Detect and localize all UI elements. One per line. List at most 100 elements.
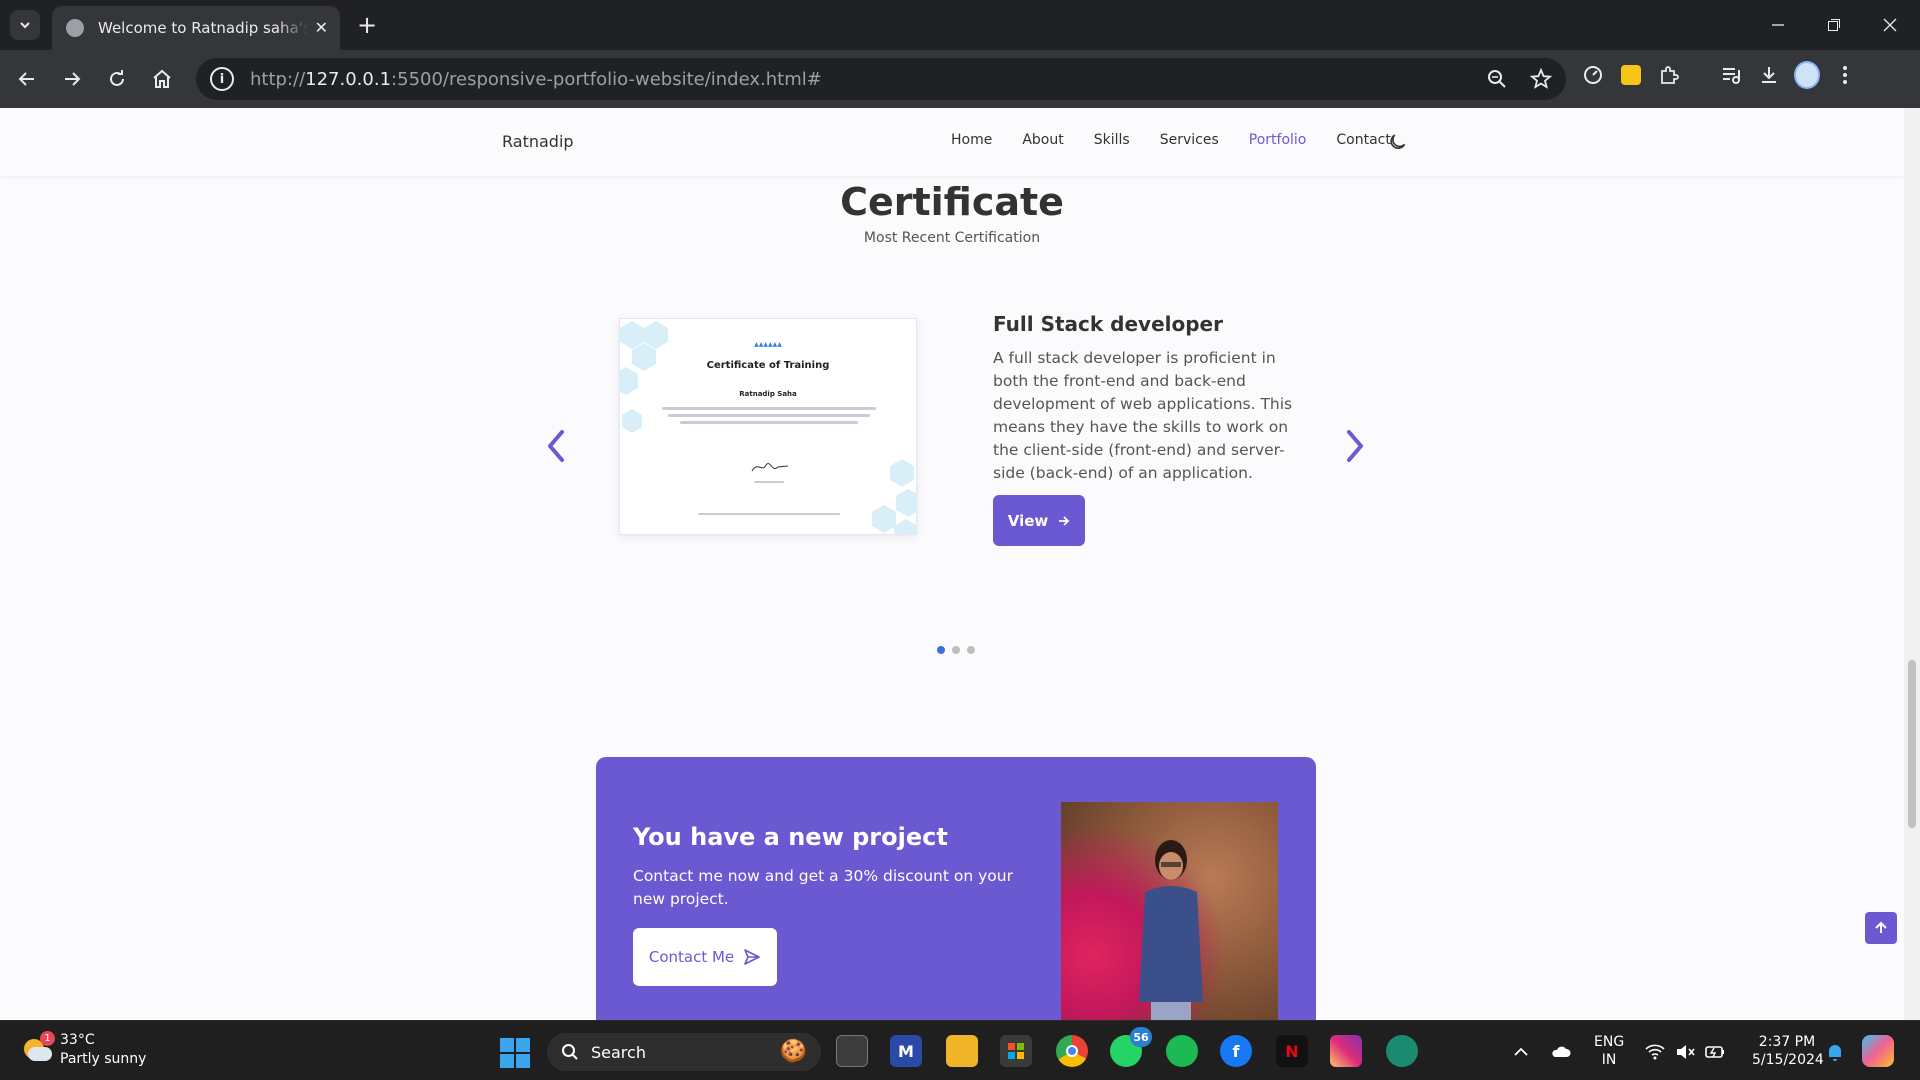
nav-about[interactable]: About [1022, 132, 1063, 148]
weather-widget[interactable]: 1 33°C Partly sunny [22, 1031, 146, 1069]
slide-description: A full stack developer is proficient in … [993, 349, 1293, 482]
download-icon[interactable] [1756, 62, 1782, 88]
certificate-recipient: Ratnadip Saha [739, 390, 797, 398]
contact-me-button[interactable]: Contact Me [633, 928, 777, 986]
address-bar[interactable]: i http://127.0.0.1:5500/responsive-portf… [196, 58, 1566, 100]
language-indicator[interactable]: ENG IN [1594, 1033, 1624, 1069]
home-icon [153, 69, 171, 88]
close-window-button[interactable] [1862, 0, 1918, 50]
view-button[interactable]: View [993, 495, 1085, 546]
app-icon[interactable] [1386, 1035, 1418, 1067]
view-button-label: View [1007, 511, 1049, 530]
arrow-up-icon [1875, 921, 1887, 933]
onedrive-cloud-icon[interactable] [1550, 1041, 1572, 1063]
url-host: 127.0.0.1 [305, 68, 392, 90]
performance-icon[interactable] [1580, 62, 1606, 88]
restore-button[interactable] [1806, 0, 1862, 50]
extensions-puzzle-icon[interactable] [1656, 62, 1682, 88]
scrollbar-thumb[interactable] [1908, 660, 1916, 828]
home-button[interactable] [145, 62, 179, 96]
certificate-text-line [698, 513, 840, 515]
url-scheme: http:// [250, 68, 306, 90]
bookmark-star-icon[interactable] [1528, 66, 1554, 92]
windows-start-icon[interactable] [500, 1038, 530, 1068]
arrow-left-icon [18, 72, 34, 86]
arrow-right-icon [65, 72, 81, 86]
browser-tab[interactable]: Welcome to Ratnadip saha's portfolio ✕ [52, 6, 340, 50]
section-subtitle: Most Recent Certification [863, 230, 1041, 246]
pagination-dot[interactable] [952, 646, 960, 654]
pagination-dot[interactable] [967, 646, 975, 654]
weather-condition: Partly sunny [60, 1051, 147, 1067]
nav-portfolio[interactable]: Portfolio [1249, 132, 1307, 148]
chevron-up-icon[interactable] [1510, 1041, 1532, 1063]
battery-charging-icon[interactable] [1704, 1041, 1726, 1063]
extension-yellow-icon[interactable] [1618, 62, 1644, 88]
clock[interactable]: 2:37 PM 5/15/2024 [1752, 1033, 1824, 1069]
back-button[interactable] [10, 62, 44, 96]
scroll-to-top-button[interactable] [1865, 912, 1897, 944]
certificate-text-line [680, 421, 858, 424]
browser-tab-strip: Welcome to Ratnadip saha's portfolio ✕ + [0, 0, 1920, 50]
cookie-icon: 🍪 [779, 1039, 807, 1064]
clock-time: 2:37 PM [1758, 1034, 1816, 1050]
nav-services[interactable]: Services [1160, 132, 1219, 148]
carousel-prev-arrow-icon[interactable] [540, 426, 572, 466]
facebook-icon[interactable]: f [1220, 1035, 1252, 1067]
search-placeholder: Search [591, 1042, 646, 1062]
chevron-down-icon [20, 22, 30, 29]
media-control-icon[interactable] [1718, 62, 1744, 88]
hexagon-pattern [620, 321, 916, 534]
close-tab-icon[interactable]: ✕ [315, 18, 328, 37]
nav-home[interactable]: Home [951, 132, 992, 148]
minimize-button[interactable] [1750, 0, 1806, 50]
profile-photo [1061, 802, 1278, 1020]
arrow-right-icon [1059, 515, 1070, 526]
certificate-text-line [662, 407, 876, 410]
site-logo[interactable]: Ratnadip [502, 132, 574, 151]
forward-button[interactable] [55, 62, 89, 96]
netflix-icon[interactable]: N [1276, 1035, 1308, 1067]
tab-title: Welcome to Ratnadip saha's portfolio [98, 19, 308, 37]
more-menu-icon[interactable] [1832, 62, 1858, 88]
slide-title: Full Stack developer [993, 312, 1223, 336]
speaker-muted-icon[interactable] [1674, 1041, 1696, 1063]
page-scrollbar[interactable] [1904, 108, 1920, 1020]
new-tab-button[interactable]: + [352, 10, 382, 40]
carousel-next-arrow-icon[interactable] [1339, 426, 1371, 466]
taskbar-search[interactable]: Search 🍪 [547, 1033, 821, 1071]
instagram-icon[interactable] [1330, 1035, 1362, 1067]
certificate-text-line [668, 414, 870, 417]
wifi-icon[interactable] [1644, 1041, 1666, 1063]
microsoft-store-icon[interactable] [1000, 1035, 1032, 1067]
weather-badge: 1 [40, 1031, 55, 1046]
task-view-icon[interactable] [836, 1035, 868, 1067]
tab-search-button[interactable] [10, 10, 40, 40]
file-explorer-icon[interactable] [946, 1035, 978, 1067]
spotify-icon[interactable] [1166, 1035, 1198, 1067]
section-title: Certificate [840, 180, 1064, 224]
restore-icon [1828, 19, 1840, 31]
banner-title: You have a new project [633, 823, 948, 851]
windows-taskbar: 1 33°C Partly sunny Search 🍪 M 56 f N EN… [0, 1020, 1920, 1080]
partly-sunny-icon: 1 [22, 1031, 55, 1065]
copilot-icon[interactable] [1862, 1035, 1894, 1067]
chrome-icon[interactable] [1056, 1035, 1088, 1067]
profile-avatar[interactable] [1794, 61, 1820, 89]
weather-temperature: 33°C [60, 1032, 95, 1048]
moon-icon[interactable] [1388, 130, 1410, 152]
zoom-icon[interactable] [1484, 66, 1510, 92]
minimize-icon [1772, 24, 1784, 26]
reload-button[interactable] [100, 62, 134, 96]
nav-contact[interactable]: Contact [1336, 132, 1390, 148]
whatsapp-icon[interactable]: 56 [1110, 1027, 1152, 1067]
url-text[interactable]: http://127.0.0.1:5500/responsive-portfol… [250, 69, 822, 90]
page-viewport: Ratnadip Home About Skills Services Port… [0, 108, 1920, 1020]
pagination-dot[interactable] [937, 646, 945, 654]
editor-app-icon[interactable]: M [890, 1035, 922, 1067]
clock-date: 5/15/2024 [1752, 1052, 1824, 1068]
notification-bell-icon[interactable] [1824, 1041, 1846, 1063]
close-icon [1883, 18, 1897, 32]
site-info-icon[interactable]: i [210, 67, 234, 91]
nav-skills[interactable]: Skills [1094, 132, 1130, 148]
